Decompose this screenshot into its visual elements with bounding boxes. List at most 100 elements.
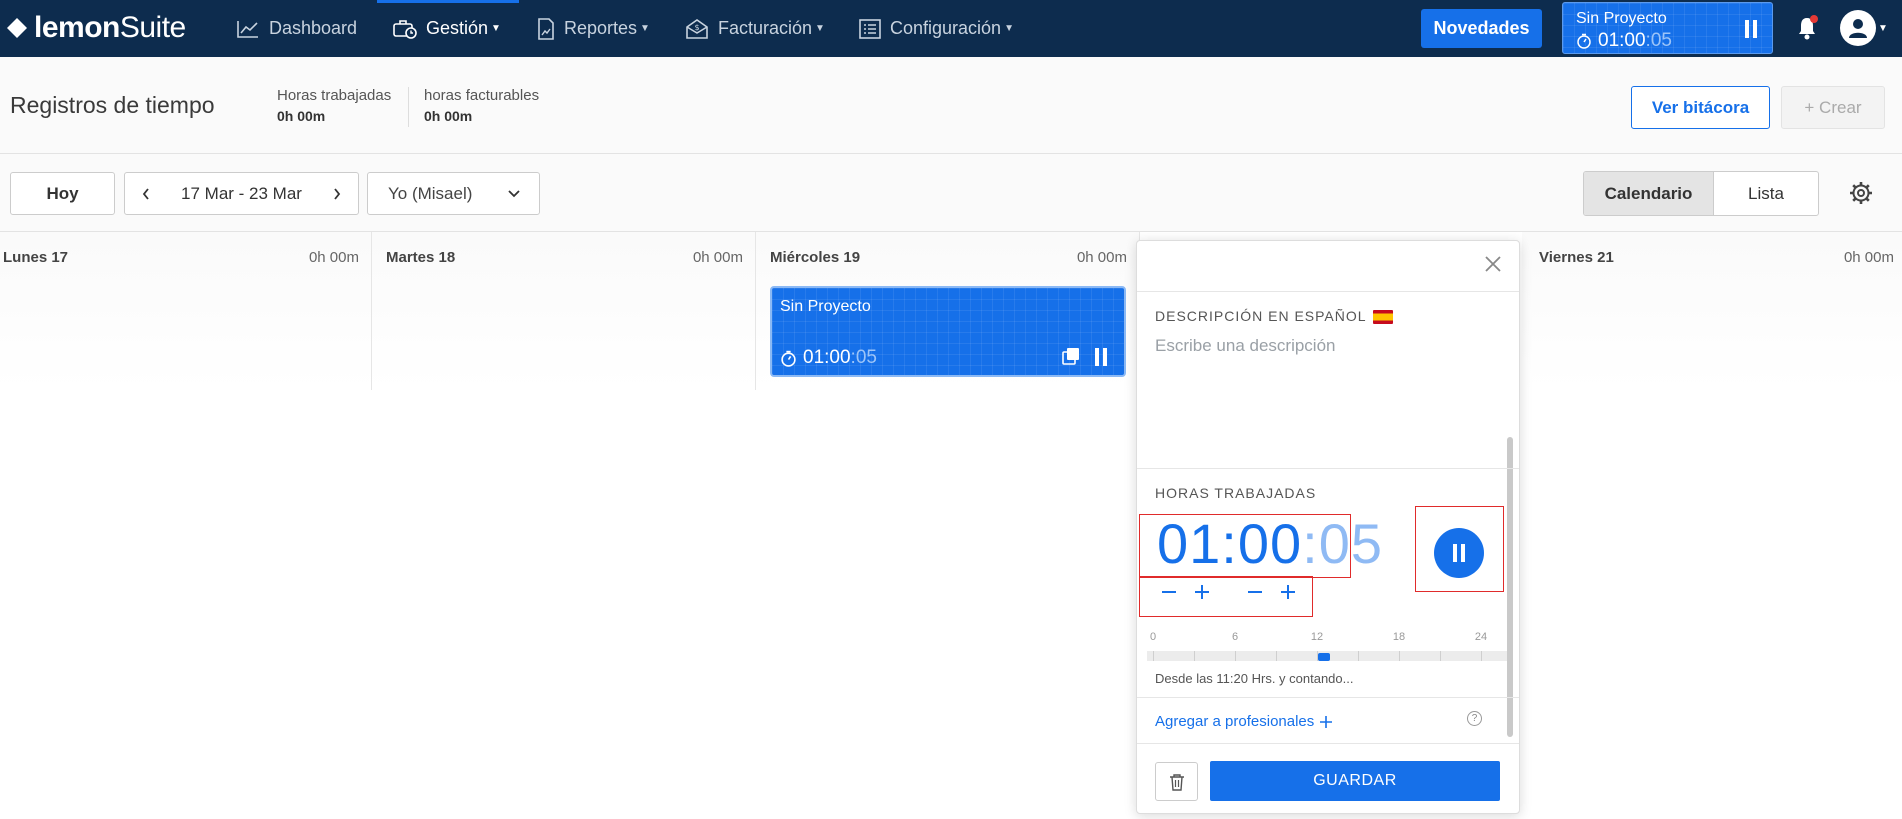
calendar-day-friday[interactable]: Viernes 21 0h 00m <box>1522 232 1902 390</box>
pause-icon[interactable] <box>1744 20 1758 38</box>
user-avatar-button[interactable] <box>1840 10 1876 46</box>
day-name: Miércoles 19 <box>770 249 861 266</box>
since-text: Desde las 11:20 Hrs. y contando... <box>1155 671 1354 686</box>
slider-handle[interactable] <box>1318 653 1330 661</box>
description-input[interactable]: Escribe una descripción <box>1155 336 1335 356</box>
highlight-box <box>1139 514 1351 578</box>
lemon-logo-icon <box>7 18 27 38</box>
stopwatch-icon <box>781 350 796 367</box>
popup-scrollbar[interactable] <box>1507 437 1513 737</box>
scale-label: 12 <box>1310 631 1324 643</box>
scale-tick <box>1399 651 1400 661</box>
plus-icon <box>1320 715 1333 728</box>
view-log-button[interactable]: Ver bitácora <box>1631 86 1770 129</box>
page-header: Registros de tiempo Horas trabajadas 0h … <box>0 57 1902 154</box>
chevron-right-icon[interactable] <box>332 187 342 201</box>
settings-list-icon <box>859 18 881 39</box>
invoice-envelope-icon: $ <box>686 18 708 39</box>
chevron-down-icon <box>508 189 520 197</box>
help-icon[interactable]: ? <box>1467 711 1482 726</box>
week-range-label: 17 Mar - 23 Mar <box>181 183 302 203</box>
nav-dashboard-label: Dashboard <box>269 18 358 38</box>
page-title: Registros de tiempo <box>10 92 215 118</box>
hours-worked-label: HORAS TRABAJADAS <box>1155 485 1317 501</box>
timer-time: 01:00:05 <box>1576 30 1672 52</box>
timer-time-seconds: :05 <box>1645 30 1672 51</box>
nav-reportes-label: Reportes <box>564 18 638 38</box>
duplicate-icon[interactable] <box>1062 347 1080 365</box>
app-logo[interactable]: lemonSuite <box>6 11 186 45</box>
entry-time-seconds: :05 <box>850 347 877 368</box>
chevron-down-icon: ▼ <box>491 23 501 34</box>
highlight-box <box>1139 576 1313 617</box>
header-running-timer[interactable]: Sin Proyecto 01:00:05 <box>1562 2 1773 54</box>
divider <box>1137 291 1519 292</box>
stat-label: Horas trabajadas <box>277 87 392 104</box>
nav-dashboard[interactable]: Dashboard <box>236 0 357 57</box>
stat-hours-worked: Horas trabajadas 0h 00m <box>277 87 391 124</box>
day-hours: 0h 00m <box>1076 249 1127 266</box>
day-hours: 0h 00m <box>692 249 743 266</box>
calendar-day-tuesday[interactable]: Martes 18 0h 00m <box>372 232 756 390</box>
divider <box>1137 743 1519 744</box>
nav-reportes[interactable]: Reportes ▼ <box>537 0 650 57</box>
calendar-day-monday[interactable]: Lunes 17 0h 00m <box>0 232 372 390</box>
stopwatch-icon <box>1577 33 1591 49</box>
entry-time: 01:00:05 <box>780 347 877 369</box>
time-entry-popup: DESCRIPCIÓN EN ESPAÑOL Escribe una descr… <box>1136 240 1520 814</box>
scale-tick <box>1481 651 1482 661</box>
spain-flag-icon <box>1372 310 1393 325</box>
time-entry-card[interactable]: Sin Proyecto 01:00:05 <box>770 286 1126 377</box>
close-icon[interactable] <box>1483 254 1503 274</box>
scale-label: 0 <box>1149 631 1157 643</box>
scale-tick <box>1153 651 1154 661</box>
svg-text:$: $ <box>694 23 699 32</box>
add-professionals-label: Agregar a profesionales <box>1155 713 1315 730</box>
chevron-down-icon: ▼ <box>815 23 825 34</box>
nav-configuracion-label: Configuración <box>890 18 1002 38</box>
nav-configuracion[interactable]: Configuración ▼ <box>859 0 1014 57</box>
scale-label: 6 <box>1231 631 1239 643</box>
chart-line-icon <box>237 20 258 38</box>
scale-label: 24 <box>1474 631 1488 643</box>
scale-tick <box>1235 651 1236 661</box>
entry-time-main: 01:00 <box>803 347 851 368</box>
scale-tick <box>1194 651 1195 661</box>
novedades-button[interactable]: Novedades <box>1421 9 1542 48</box>
scale-tick <box>1276 651 1277 661</box>
day-name: Viernes 21 <box>1539 249 1614 266</box>
scale-label: 18 <box>1392 631 1406 643</box>
delete-button[interactable] <box>1155 762 1198 801</box>
nav-gestion[interactable]: Gestión ▼ <box>377 0 519 57</box>
user-select[interactable]: Yo (Misael) <box>367 172 540 215</box>
nav-facturacion-label: Facturación <box>718 18 813 38</box>
gear-icon[interactable] <box>1849 181 1873 205</box>
tab-calendario[interactable]: Calendario <box>1584 172 1714 215</box>
tab-lista[interactable]: Lista <box>1714 172 1818 215</box>
create-button[interactable]: + Crear <box>1781 86 1885 129</box>
add-professionals-link[interactable]: Agregar a profesionales <box>1155 713 1333 730</box>
description-label-text: DESCRIPCIÓN EN ESPAÑOL <box>1155 308 1367 324</box>
pause-icon[interactable] <box>1094 348 1108 366</box>
divider <box>1137 697 1519 698</box>
notification-dot <box>1810 15 1818 23</box>
timer-time-main: 01:00 <box>1598 30 1646 51</box>
user-icon <box>1849 19 1867 38</box>
nav-facturacion[interactable]: $ Facturación ▼ <box>685 0 825 57</box>
stat-value: 0h 00m <box>424 108 473 124</box>
entry-project-label: Sin Proyecto <box>780 298 871 315</box>
notifications-button[interactable] <box>1792 13 1822 43</box>
time-slider[interactable] <box>1147 651 1507 661</box>
chevron-left-icon[interactable] <box>141 187 151 201</box>
highlight-box <box>1415 506 1504 592</box>
day-hours: 0h 00m <box>1843 249 1894 266</box>
scale-tick <box>1358 651 1359 661</box>
chevron-down-icon: ▼ <box>1004 23 1014 34</box>
today-button[interactable]: Hoy <box>10 172 115 215</box>
stat-label: horas facturables <box>424 87 540 104</box>
stat-value: 0h 00m <box>277 108 326 124</box>
week-navigator: 17 Mar - 23 Mar <box>124 172 359 215</box>
top-navbar: lemonSuite Dashboard Gestión ▼ Reportes … <box>0 0 1902 57</box>
chevron-down-icon[interactable]: ▼ <box>1878 23 1888 34</box>
save-button[interactable]: GUARDAR <box>1210 761 1500 801</box>
